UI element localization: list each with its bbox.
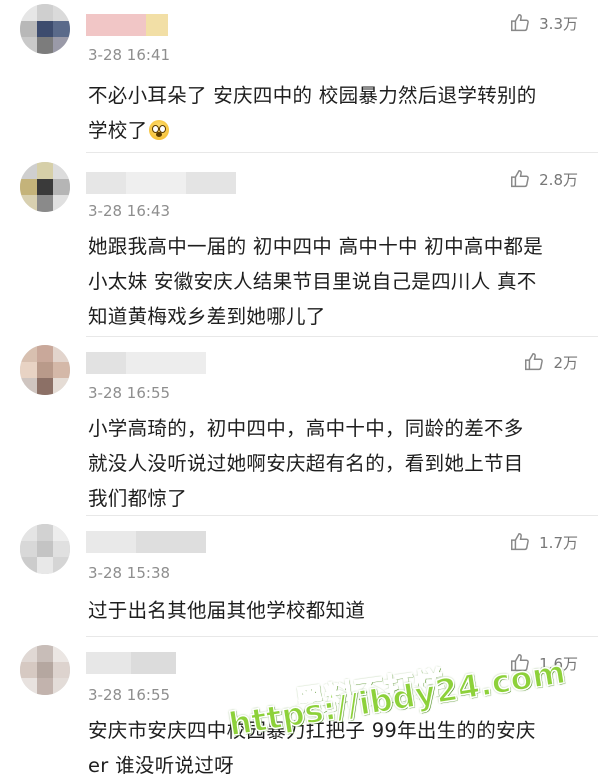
thumbs-up-icon (511, 170, 529, 188)
comment-time: 3-28 16:55 (88, 384, 171, 402)
avatar[interactable] (20, 524, 70, 574)
comment-text: 过于出名其他届其他学校都知道 (88, 599, 366, 622)
avatar[interactable] (20, 345, 70, 395)
comment-text: 她跟我高中一届的 初中四中 高中十中 初中高中都是 小太妹 安徽安庆人结果节目里… (88, 235, 544, 328)
astonished-face-icon (149, 120, 170, 140)
comment-text: 不必小耳朵了 安庆四中的 校园暴力然后退学转别的 学校了 (88, 84, 537, 142)
divider (86, 152, 598, 153)
thumbs-up-icon (511, 533, 529, 551)
avatar[interactable] (20, 645, 70, 695)
comment-time: 3-28 16:55 (88, 686, 171, 704)
username-blurred[interactable] (86, 352, 206, 374)
avatar[interactable] (20, 162, 70, 212)
like-button[interactable]: 2.8万 (509, 168, 578, 190)
username-blurred[interactable] (86, 172, 236, 194)
username-blurred[interactable] (86, 652, 181, 674)
comment-time: 3-28 16:43 (88, 202, 171, 220)
like-count: 2万 (553, 353, 578, 372)
like-button[interactable]: 3.3万 (509, 12, 578, 34)
divider (86, 636, 598, 637)
comment-text: 小学高琦的，初中四中，高中十中，同龄的差不多 就没人没听说过她啊安庆超有名的，看… (88, 417, 524, 510)
comment-time: 3-28 16:41 (88, 46, 171, 64)
like-button[interactable]: 1.7万 (509, 531, 578, 553)
comment-time: 3-28 15:38 (88, 564, 171, 582)
username-blurred[interactable] (86, 531, 206, 553)
like-count: 3.3万 (539, 14, 578, 33)
like-count: 2.8万 (539, 170, 578, 189)
thumbs-up-icon (511, 14, 529, 32)
thumbs-up-icon (525, 353, 544, 371)
divider (86, 336, 598, 337)
avatar[interactable] (20, 4, 70, 54)
username-blurred[interactable] (86, 14, 168, 36)
like-button[interactable]: 2万 (523, 351, 578, 373)
divider (86, 515, 598, 516)
like-count: 1.7万 (539, 533, 578, 552)
